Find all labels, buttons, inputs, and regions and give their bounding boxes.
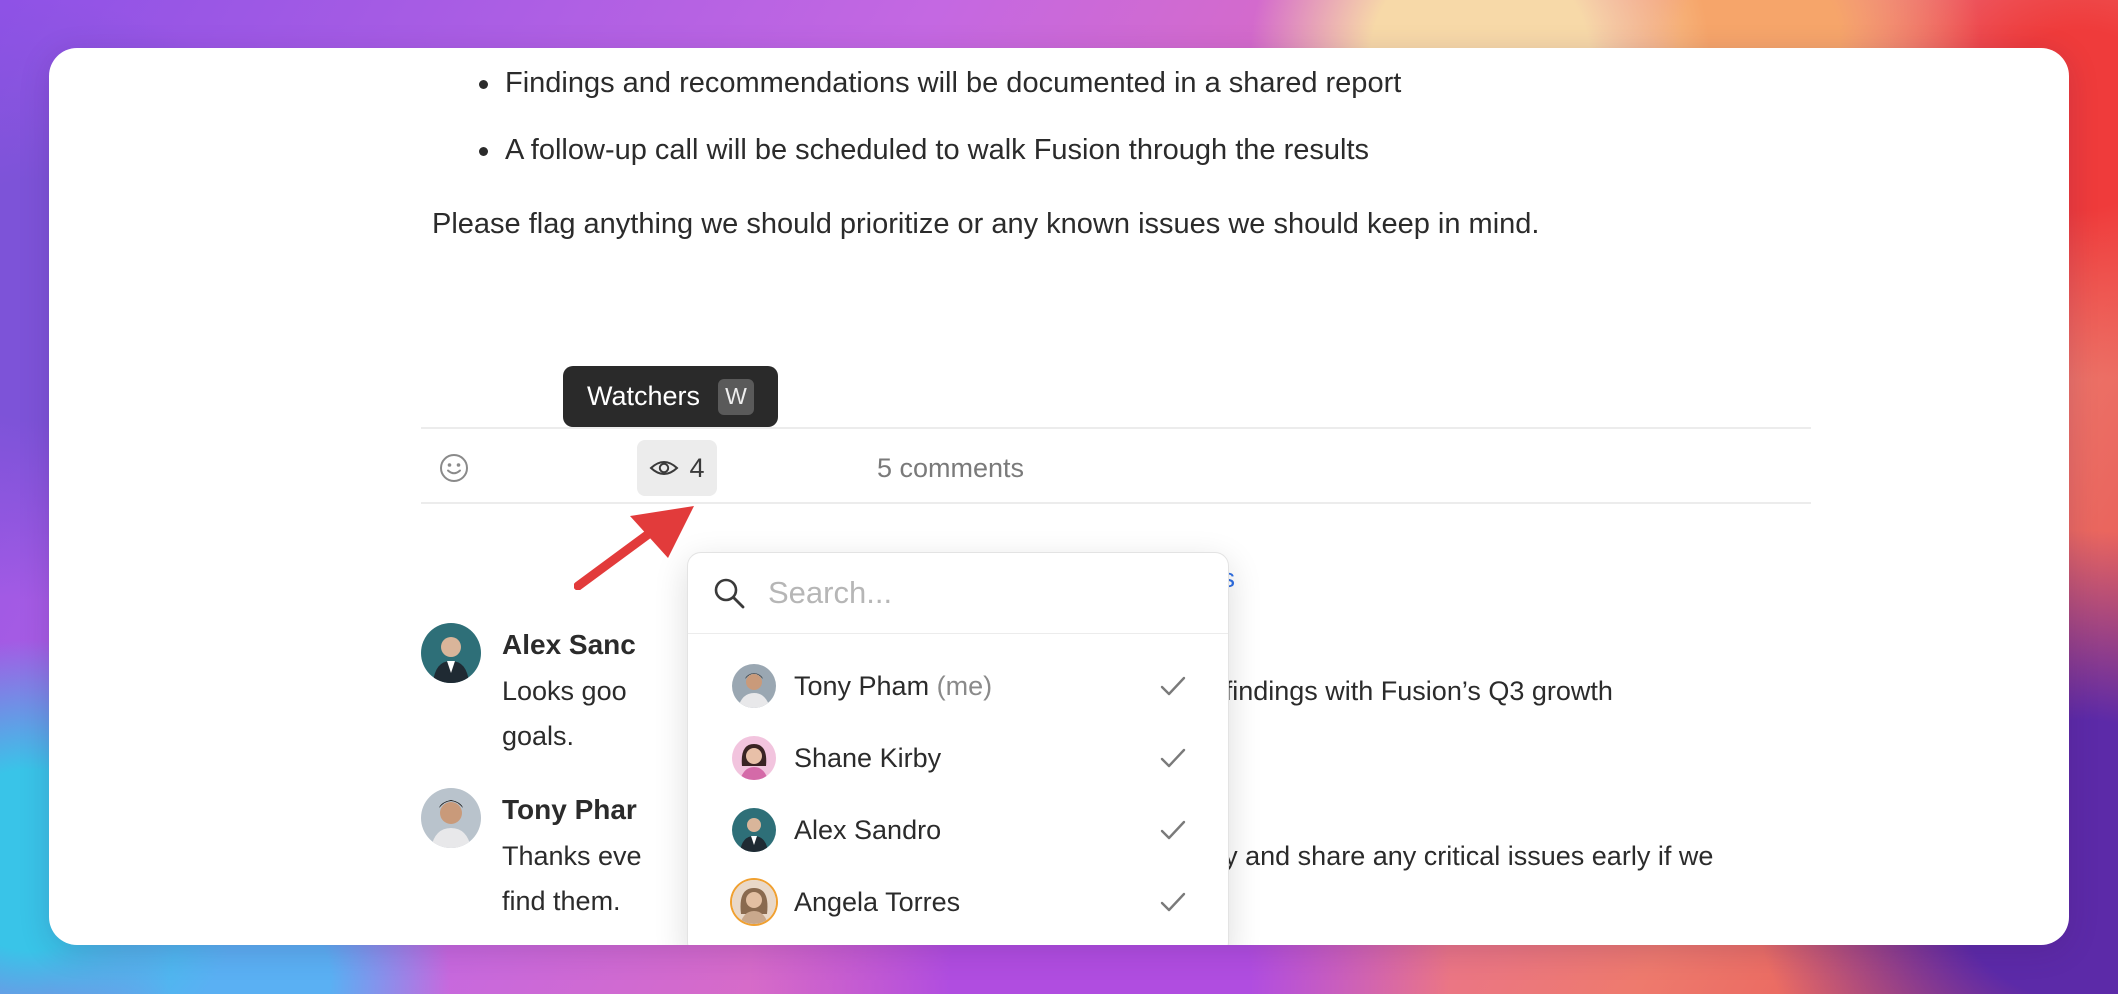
check-icon — [1160, 676, 1186, 696]
check-icon — [1160, 892, 1186, 912]
tooltip-shortcut: W — [718, 378, 755, 415]
comment-text-line2: goals. — [502, 721, 575, 751]
bullet-item: Findings and recommendations will be doc… — [479, 58, 1401, 125]
search-icon — [714, 578, 745, 609]
bullet-list: Findings and recommendations will be doc… — [479, 58, 1401, 192]
comments-count[interactable]: 5 comments — [877, 448, 1024, 488]
comment-text-line2: find them. — [502, 886, 621, 916]
watcher-name: Alex Sandro — [794, 814, 942, 845]
document-content: Findings and recommendations will be doc… — [49, 48, 2069, 945]
watchers-count: 4 — [689, 452, 705, 483]
smiley-icon — [440, 454, 468, 482]
check-icon — [1160, 748, 1186, 768]
avatar — [732, 880, 776, 924]
check-icon — [1160, 820, 1186, 840]
watcher-item-angela-torres[interactable]: Angela Torres — [688, 869, 1228, 935]
watcher-item-alex-sandro[interactable]: Alex Sandro — [688, 797, 1228, 863]
watcher-name: Shane Kirby — [794, 742, 942, 773]
body-paragraph: Please flag anything we should prioritiz… — [432, 208, 1540, 240]
bullet-item: A follow-up call will be scheduled to wa… — [479, 125, 1401, 192]
avatar — [732, 736, 776, 780]
annotation-arrow-icon — [574, 506, 694, 590]
eye-icon — [650, 461, 679, 475]
comment-author[interactable]: Alex Sanc — [502, 629, 636, 661]
watcher-name: Tony Pham (me) — [794, 670, 993, 701]
watchers-dropdown: Tony Pham (me) Shane Kirby — [687, 552, 1229, 945]
comment-text-start: Looks goo — [502, 676, 627, 706]
watcher-item-shane-kirby[interactable]: Shane Kirby — [688, 725, 1228, 791]
avatar[interactable] — [421, 623, 481, 683]
divider-top — [421, 427, 1811, 429]
comment-text-end: today and share any critical issues earl… — [1171, 841, 1714, 871]
watchers-tooltip: Watchers W — [563, 366, 779, 427]
tooltip-label: Watchers — [587, 381, 701, 411]
watchers-button[interactable]: 4 — [637, 440, 717, 496]
avatar[interactable] — [421, 788, 481, 848]
comment-text-start: Thanks eve — [502, 841, 642, 871]
search-input[interactable] — [766, 574, 1190, 612]
document-card: Findings and recommendations will be doc… — [49, 48, 2069, 945]
avatar — [732, 808, 776, 852]
search-row — [688, 553, 1228, 634]
watcher-name: Angela Torres — [794, 886, 961, 917]
watcher-item-tony-pham[interactable]: Tony Pham (me) — [688, 653, 1228, 719]
comment-author[interactable]: Tony Phar — [502, 794, 637, 826]
avatar — [732, 664, 776, 708]
add-reaction-button[interactable] — [434, 448, 474, 488]
